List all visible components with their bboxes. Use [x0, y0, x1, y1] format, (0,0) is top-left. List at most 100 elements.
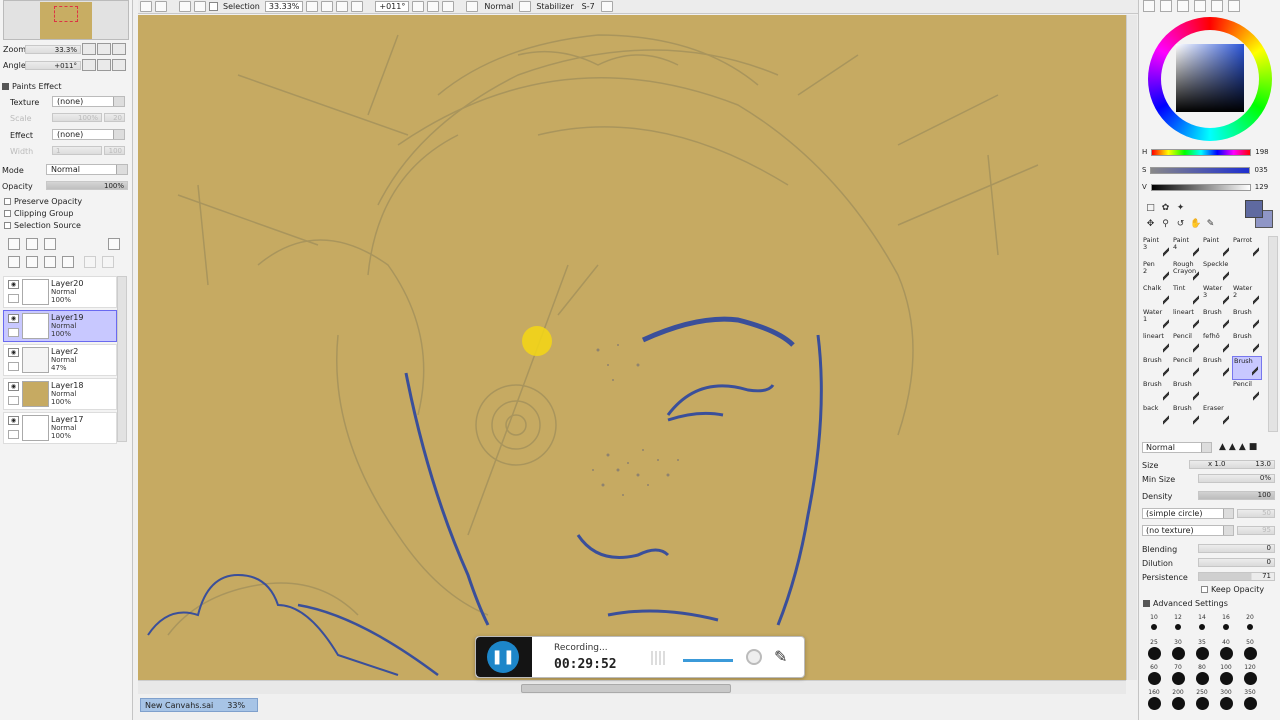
undo-icon[interactable] — [140, 1, 152, 12]
value-slider[interactable] — [1150, 183, 1251, 191]
preserve-opacity-checkbox[interactable] — [4, 198, 11, 205]
invert-selection-icon[interactable] — [194, 1, 206, 12]
angle-slider[interactable]: +011° — [25, 60, 81, 70]
angle-box[interactable]: +011° — [375, 1, 410, 12]
brush-grid-scrollbar[interactable] — [1268, 236, 1278, 432]
brush-slot[interactable]: Brush — [1232, 308, 1262, 332]
eye-icon[interactable]: ◉ — [8, 416, 19, 425]
persistence-slider[interactable]: 71 — [1198, 572, 1275, 581]
selection-checkbox[interactable] — [209, 2, 218, 11]
rotate-reset-button[interactable] — [112, 59, 126, 71]
brush-slot[interactable]: Brush — [1232, 332, 1262, 356]
texture-dropdown[interactable]: (none) — [52, 96, 125, 107]
canvas-horizontal-scrollbar[interactable] — [138, 680, 1126, 694]
brush-slot[interactable]: Paint 3 — [1142, 236, 1172, 260]
zoom-reset-button[interactable] — [112, 43, 126, 55]
width-slider[interactable]: 1 — [52, 146, 102, 155]
stabilizer-box[interactable]: S-7 — [579, 1, 598, 12]
brush-slot[interactable]: Brush — [1202, 308, 1232, 332]
brush-slot[interactable] — [1202, 380, 1232, 404]
zoom-icon[interactable]: ⚲ — [1160, 219, 1171, 230]
brush-size-preset[interactable]: 70 — [1166, 664, 1190, 688]
navigator-preview[interactable] — [3, 0, 129, 40]
lock-toggle[interactable] — [8, 294, 19, 303]
layer-item[interactable]: ◉ Layer2 Normal 47% — [3, 344, 117, 376]
layer-item[interactable]: ◉ Layer18 Normal 100% — [3, 378, 117, 410]
canvas-tab[interactable]: New Canvahs.sai 33% — [140, 698, 258, 712]
keep-opacity-checkbox[interactable] — [1201, 586, 1208, 593]
hand-icon[interactable]: ✋ — [1190, 219, 1201, 230]
brush-texture-dropdown[interactable]: (no texture) — [1142, 525, 1234, 536]
clear-layer-icon[interactable] — [44, 256, 56, 268]
move-icon[interactable]: ✥ — [1145, 219, 1156, 230]
brush-size-preset[interactable]: 120 — [1238, 664, 1262, 688]
lock-toggle[interactable] — [8, 396, 19, 405]
layer-opacity-slider[interactable]: 100% — [46, 181, 128, 190]
dilution-slider[interactable]: 0 — [1198, 558, 1275, 567]
saturation-slider[interactable] — [1150, 166, 1251, 174]
clipping-group-checkbox[interactable] — [4, 210, 11, 217]
redo-icon[interactable] — [155, 1, 167, 12]
brush-slot[interactable]: Eraser — [1202, 404, 1232, 428]
canvas-vertical-scrollbar[interactable] — [1126, 15, 1137, 680]
transfer-down-icon[interactable] — [8, 256, 20, 268]
rotate-icon[interactable]: ↺ — [1175, 219, 1186, 230]
selection-source-checkbox[interactable] — [4, 222, 11, 229]
blend-mode-dropdown-icon[interactable] — [519, 1, 532, 12]
brush-size-preset[interactable]: 10 — [1142, 614, 1166, 638]
tip-shape-icon[interactable]: ■ — [1249, 442, 1258, 452]
brush-slot[interactable]: Brush — [1142, 356, 1172, 380]
size-slider[interactable]: x 1.0 13.0 — [1189, 460, 1275, 469]
rotate-right-button[interactable] — [97, 59, 111, 71]
brush-slot[interactable]: Brush — [1202, 356, 1232, 380]
zoom-fit-icon[interactable] — [306, 1, 319, 12]
density-slider[interactable]: 100 — [1198, 491, 1275, 500]
brush-size-preset[interactable]: 35 — [1190, 639, 1214, 663]
eye-icon[interactable]: ◉ — [8, 382, 19, 391]
eye-icon[interactable]: ◉ — [8, 314, 19, 323]
scale-slider[interactable]: 100% — [52, 113, 102, 122]
magic-wand-icon[interactable]: ✦ — [1175, 203, 1186, 214]
brush-slot[interactable]: Speckle — [1202, 260, 1232, 284]
zoom-reset-icon[interactable] — [351, 1, 364, 12]
brush-size-preset[interactable]: 100 — [1214, 664, 1238, 688]
scale-amount[interactable]: 20 — [104, 113, 125, 122]
brush-size-preset[interactable]: 40 — [1214, 639, 1238, 663]
tip-shape-icon[interactable]: ▲ — [1219, 442, 1226, 452]
brush-slot[interactable]: Pen 2 — [1142, 260, 1172, 284]
tip-shape-icon[interactable]: ▲ — [1229, 442, 1236, 452]
brush-size-preset[interactable]: 25 — [1142, 639, 1166, 663]
layer-up-icon[interactable] — [84, 256, 96, 268]
zoom-slider[interactable]: 33.3% — [25, 44, 81, 54]
drawing-canvas[interactable] — [138, 15, 1126, 680]
hue-slider[interactable] — [1151, 148, 1252, 156]
brush-slot[interactable]: Brush — [1142, 380, 1172, 404]
scroll-thumb[interactable] — [521, 684, 731, 693]
lasso-icon[interactable]: ✿ — [1160, 203, 1171, 214]
brush-slot[interactable]: Rough Crayon — [1172, 260, 1202, 284]
brush-size-preset[interactable]: 14 — [1190, 614, 1214, 638]
brush-size-preset[interactable]: 300 — [1214, 689, 1238, 713]
brush-size-preset[interactable]: 20 — [1238, 614, 1262, 638]
brush-slot[interactable]: fefhô — [1202, 332, 1232, 356]
lock-toggle[interactable] — [8, 430, 19, 439]
rotate-reset-icon[interactable] — [442, 1, 455, 12]
brush-slot[interactable]: Chalk — [1142, 284, 1172, 308]
clipping-group-option[interactable]: Clipping Group — [4, 209, 73, 218]
brush-size-preset[interactable]: 80 — [1190, 664, 1214, 688]
width-amount[interactable]: 100 — [104, 146, 125, 155]
eye-icon[interactable]: ◉ — [8, 280, 19, 289]
brush-size-preset[interactable]: 350 — [1238, 689, 1262, 713]
preserve-opacity-option[interactable]: Preserve Opacity — [4, 197, 82, 206]
saturation-value-square[interactable] — [1176, 44, 1244, 112]
paints-effect-header[interactable]: Paints Effect — [2, 82, 62, 91]
new-folder-icon[interactable] — [44, 238, 56, 250]
brush-size-preset[interactable]: 12 — [1166, 614, 1190, 638]
brush-slot[interactable]: Pencil — [1172, 332, 1202, 356]
zoom-box[interactable]: 33.33% — [264, 1, 304, 12]
brush-slot[interactable]: Pencil — [1232, 380, 1262, 404]
brush-shape-amount[interactable]: 50 — [1237, 509, 1275, 518]
pause-button[interactable]: ❚❚ — [487, 641, 519, 673]
layer-mode-dropdown[interactable]: Normal — [46, 164, 128, 175]
hsv-slider-tab-icon[interactable] — [1177, 0, 1189, 12]
